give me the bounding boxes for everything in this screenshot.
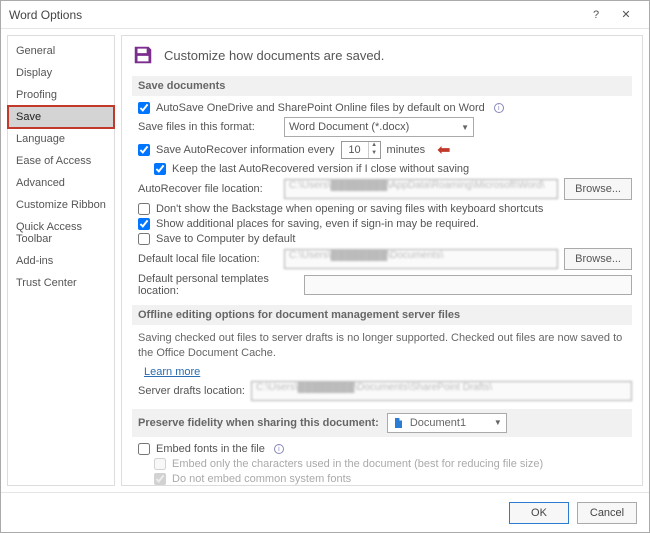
autosave-row: AutoSave OneDrive and SharePoint Online … (138, 102, 632, 114)
word-options-dialog: Word Options ? ✕ GeneralDisplayProofingS… (0, 0, 650, 533)
server-drafts-label: Server drafts location: (138, 385, 245, 397)
cancel-button[interactable]: Cancel (577, 502, 637, 524)
autorecover-label: Save AutoRecover information every (156, 144, 335, 156)
autorecover-checkbox[interactable] (138, 144, 150, 156)
file-format-value: Word Document (*.docx) (289, 121, 409, 133)
sidebar-item-display[interactable]: Display (8, 62, 114, 84)
info-icon[interactable]: i (274, 444, 284, 454)
ar-location-label: AutoRecover file location: (138, 183, 278, 195)
save-computer-checkbox[interactable] (138, 233, 150, 245)
titlebar: Word Options ? ✕ (1, 1, 649, 29)
server-drafts-field[interactable]: C:\Users\████████\Documents\SharePoint D… (251, 381, 632, 401)
more-places-row: Show additional places for saving, even … (138, 218, 632, 230)
preserve-doc-select[interactable]: Document1 ▼ (387, 413, 507, 433)
more-places-label: Show additional places for saving, even … (156, 218, 479, 230)
section-offline: Offline editing options for document man… (132, 305, 632, 325)
learn-more-row: Learn more (138, 366, 632, 378)
sidebar-item-advanced[interactable]: Advanced (8, 172, 114, 194)
close-button[interactable]: ✕ (611, 5, 641, 25)
save-computer-label: Save to Computer by default (156, 233, 295, 245)
sidebar-item-save[interactable]: Save (8, 106, 114, 128)
server-drafts-row: Server drafts location: C:\Users\███████… (138, 381, 632, 401)
autosave-checkbox[interactable] (138, 102, 150, 114)
chevron-down-icon: ▼ (494, 418, 502, 427)
info-icon[interactable]: i (494, 103, 504, 113)
autorecover-spinner[interactable]: 10 ▲ ▼ (341, 141, 381, 159)
sidebar-item-ease-of-access[interactable]: Ease of Access (8, 150, 114, 172)
content-title: Customize how documents are saved. (164, 48, 384, 63)
keep-last-label: Keep the last AutoRecovered version if I… (172, 163, 469, 175)
autorecover-row: Save AutoRecover information every 10 ▲ … (138, 140, 632, 160)
autorecover-units: minutes (387, 144, 426, 156)
default-local-browse-button[interactable]: Browse... (564, 248, 632, 270)
help-button[interactable]: ? (581, 5, 611, 25)
content-header: Customize how documents are saved. (132, 44, 632, 66)
embed-fonts-checkbox[interactable] (138, 443, 150, 455)
dialog-body: GeneralDisplayProofingSaveLanguageEase o… (1, 29, 649, 492)
keep-last-checkbox[interactable] (154, 163, 166, 175)
no-common-row: Do not embed common system fonts (154, 473, 632, 485)
section-preserve: Preserve fidelity when sharing this docu… (132, 409, 632, 437)
spinner-down[interactable]: ▼ (369, 150, 380, 158)
titlebar-title: Word Options (9, 8, 581, 22)
default-local-row: Default local file location: C:\Users\██… (138, 248, 632, 270)
sidebar-item-customize-ribbon[interactable]: Customize Ribbon (8, 194, 114, 216)
no-backstage-label: Don't show the Backstage when opening or… (156, 203, 543, 215)
embed-only-row: Embed only the characters used in the do… (154, 458, 632, 470)
sidebar-item-proofing[interactable]: Proofing (8, 84, 114, 106)
learn-more-link[interactable]: Learn more (144, 366, 200, 378)
ar-location-field[interactable]: C:\Users\████████\AppData\Roaming\Micros… (284, 179, 558, 199)
spinner-buttons: ▲ ▼ (368, 142, 380, 158)
file-format-label: Save files in this format: (138, 121, 278, 133)
no-backstage-row: Don't show the Backstage when opening or… (138, 203, 632, 215)
autorecover-value: 10 (342, 144, 368, 156)
save-icon (132, 44, 154, 66)
embed-fonts-label: Embed fonts in the file (156, 443, 265, 455)
default-local-field[interactable]: C:\Users\████████\Documents\ (284, 249, 558, 269)
ok-button[interactable]: OK (509, 502, 569, 524)
offline-text: Saving checked out files to server draft… (138, 331, 626, 362)
templates-label: Default personal templates location: (138, 273, 298, 297)
file-format-select[interactable]: Word Document (*.docx) ▼ (284, 117, 474, 137)
embed-fonts-row: Embed fonts in the file i (138, 443, 632, 455)
sidebar-item-add-ins[interactable]: Add-ins (8, 250, 114, 272)
preserve-doc-value: Document1 (410, 417, 466, 429)
file-format-row: Save files in this format: Word Document… (138, 117, 632, 137)
content-panel: Customize how documents are saved. Save … (121, 35, 643, 486)
callout-arrow-icon: ⬅ (437, 140, 450, 160)
sidebar-item-trust-center[interactable]: Trust Center (8, 272, 114, 294)
no-common-checkbox (154, 473, 166, 485)
save-computer-row: Save to Computer by default (138, 233, 632, 245)
section-save-documents: Save documents (132, 76, 632, 96)
dialog-footer: OK Cancel (1, 492, 649, 532)
sidebar-item-language[interactable]: Language (8, 128, 114, 150)
no-common-label: Do not embed common system fonts (172, 473, 351, 485)
embed-only-label: Embed only the characters used in the do… (172, 458, 543, 470)
templates-field[interactable] (304, 275, 632, 295)
sidebar: GeneralDisplayProofingSaveLanguageEase o… (7, 35, 115, 486)
default-local-label: Default local file location: (138, 253, 278, 265)
document-icon (392, 417, 404, 429)
sidebar-item-quick-access-toolbar[interactable]: Quick Access Toolbar (8, 216, 114, 250)
autosave-label: AutoSave OneDrive and SharePoint Online … (156, 102, 485, 114)
templates-row: Default personal templates location: (138, 273, 632, 297)
chevron-down-icon: ▼ (461, 123, 469, 132)
ar-location-row: AutoRecover file location: C:\Users\████… (138, 178, 632, 200)
more-places-checkbox[interactable] (138, 218, 150, 230)
keep-last-row: Keep the last AutoRecovered version if I… (154, 163, 632, 175)
preserve-title: Preserve fidelity when sharing this docu… (138, 417, 379, 429)
spinner-up[interactable]: ▲ (369, 142, 380, 150)
sidebar-item-general[interactable]: General (8, 40, 114, 62)
no-backstage-checkbox[interactable] (138, 203, 150, 215)
embed-only-checkbox (154, 458, 166, 470)
ar-browse-button[interactable]: Browse... (564, 178, 632, 200)
